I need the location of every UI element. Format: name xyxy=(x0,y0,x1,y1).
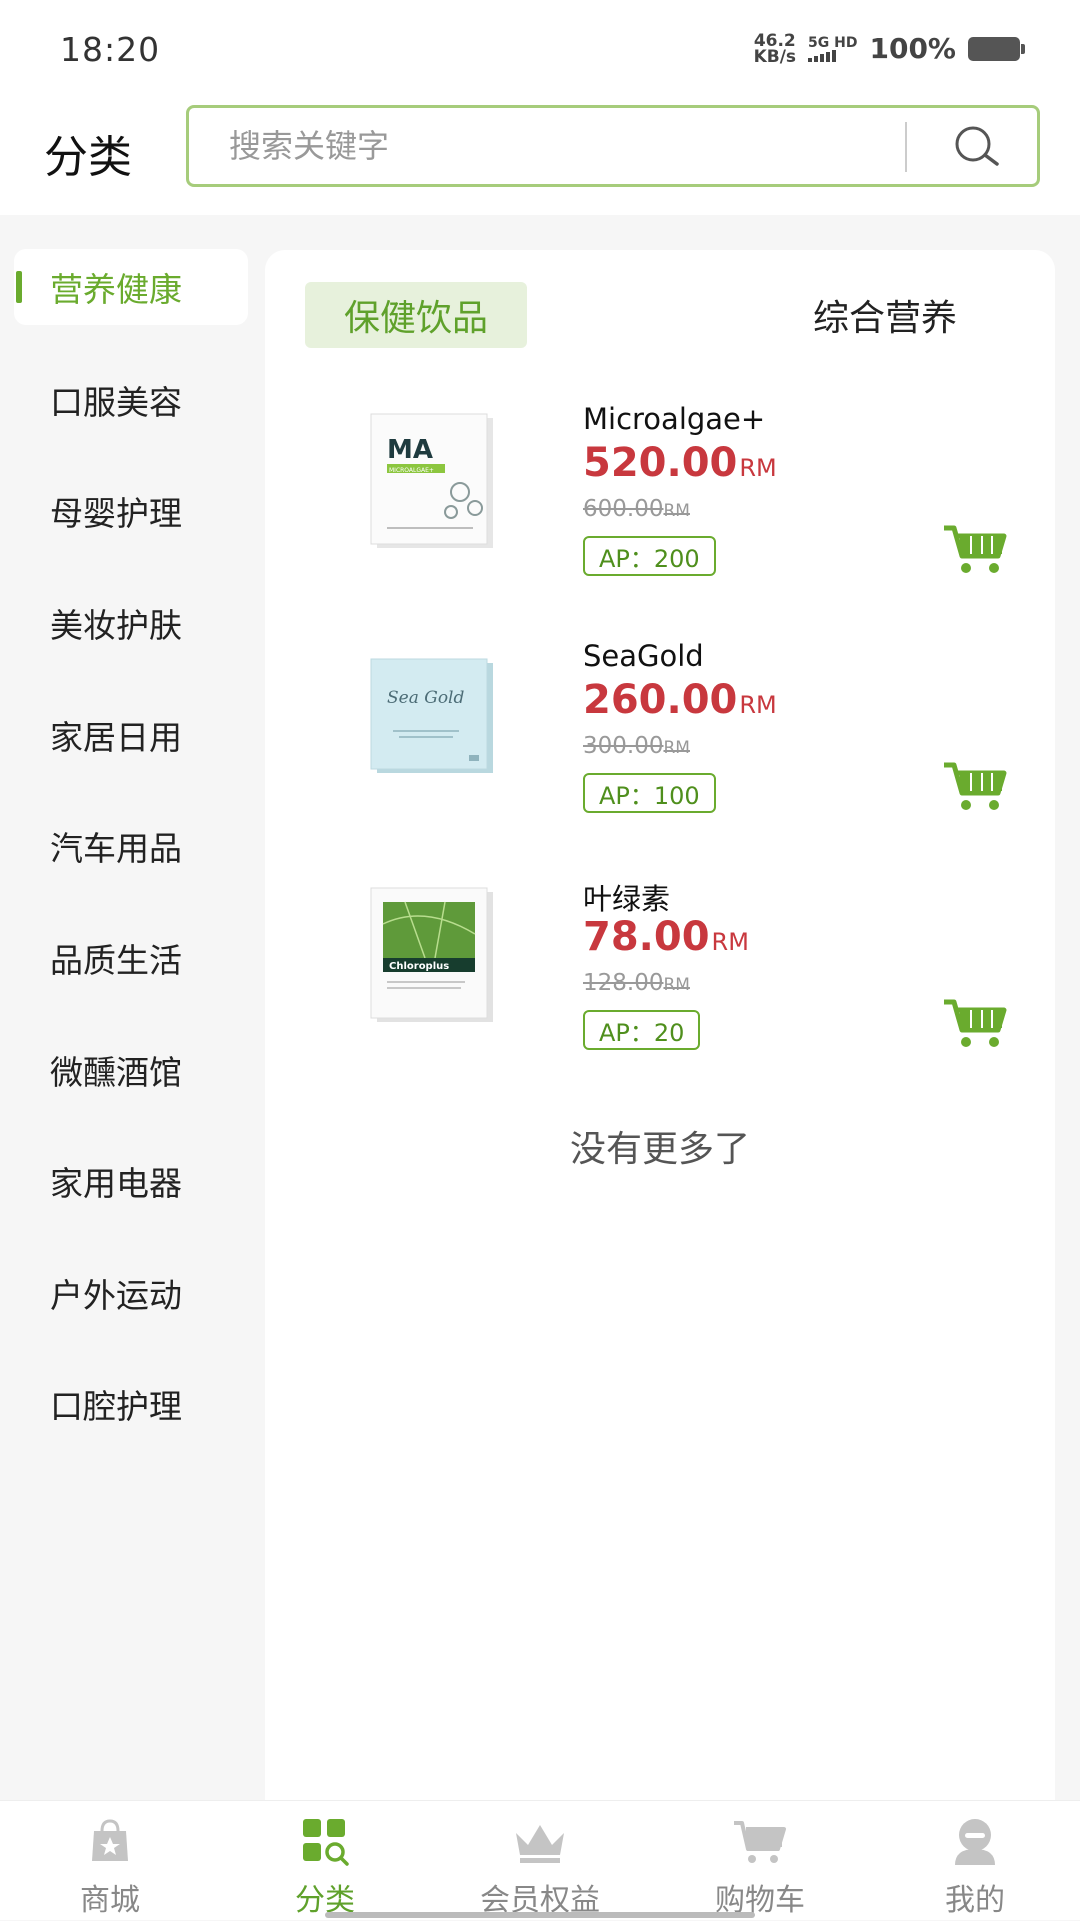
sidebar-item-oral-beauty[interactable]: 口服美容 xyxy=(14,362,248,438)
search-bar[interactable] xyxy=(186,105,1040,187)
product-price: 520.00RM xyxy=(583,440,777,486)
search-icon[interactable] xyxy=(949,122,1005,172)
product-old-price: 300.00RM xyxy=(583,733,690,759)
product-name[interactable]: SeaGold xyxy=(583,639,704,673)
product-old-price: 128.00RM xyxy=(583,970,690,996)
status-time: 18:20 xyxy=(60,30,161,69)
tabbar-item-membership[interactable]: 会员权益 xyxy=(465,1801,615,1921)
product-name[interactable]: 叶绿素 xyxy=(583,876,670,918)
sidebar-item-outdoor[interactable]: 户外运动 xyxy=(14,1255,248,1331)
search-divider xyxy=(905,122,907,172)
tabbar-item-cart[interactable]: 购物车 xyxy=(700,1801,820,1921)
sidebar-item-nutrition-health[interactable]: 营养健康 xyxy=(14,249,248,325)
bottom-tab-bar: 商城 分类 会员权益 购物车 我的 xyxy=(0,1800,1080,1920)
sidebar-item-mother-baby[interactable]: 母婴护理 xyxy=(14,473,248,549)
end-of-list-text: 没有更多了 xyxy=(569,1129,750,1170)
tab-general-nutrition[interactable]: 综合营养 xyxy=(775,282,995,348)
sidebar-item-oral-care[interactable]: 口腔护理 xyxy=(14,1366,248,1442)
page-title: 分类 xyxy=(44,132,132,183)
product-image-chloroplus-box[interactable]: Chloroplus xyxy=(365,884,505,1024)
home-indicator[interactable] xyxy=(325,1912,755,1918)
ap-badge: AP：100 xyxy=(583,773,716,813)
tabbar-item-shop[interactable]: 商城 xyxy=(60,1801,160,1921)
profile-icon xyxy=(955,1819,995,1865)
product-panel: 保健饮品 综合营养 MA MICROALGAE+ Microalgae+ 520… xyxy=(265,250,1055,1800)
sidebar-item-home-daily[interactable]: 家居日用 xyxy=(14,697,248,773)
network-speed: 46.2 KB/s xyxy=(753,30,797,67)
network-type: 5G HD xyxy=(808,36,857,62)
tab-health-drinks[interactable]: 保健饮品 xyxy=(305,282,527,348)
signal-icon xyxy=(808,49,837,62)
category-sidebar: 营养健康 口服美容 母婴护理 美妆护肤 家居日用 汽车用品 品质生活 微醺酒馆 … xyxy=(0,215,262,1800)
search-input[interactable] xyxy=(229,122,869,170)
status-bar: 18:20 46.2 KB/s 5G HD 100% xyxy=(0,0,1080,95)
product-image-seagold-box[interactable]: Sea Gold xyxy=(365,647,505,787)
add-to-cart-icon[interactable] xyxy=(940,759,1010,815)
product-price: 78.00RM xyxy=(583,914,749,960)
product-card[interactable]: Chloroplus 叶绿素 78.00RM 128.00RM AP：20 xyxy=(265,874,1055,1074)
header: 分类 xyxy=(0,95,1080,215)
ap-badge: AP：200 xyxy=(583,536,716,576)
svg-text:MA: MA xyxy=(387,435,433,465)
tabbar-item-category[interactable]: 分类 xyxy=(275,1801,375,1921)
add-to-cart-icon[interactable] xyxy=(940,522,1010,578)
tabbar-item-profile[interactable]: 我的 xyxy=(925,1801,1025,1921)
sidebar-item-wine[interactable]: 微醺酒馆 xyxy=(14,1032,248,1108)
product-image-ma-box[interactable]: MA MICROALGAE+ xyxy=(365,410,505,550)
cart-icon xyxy=(734,1821,786,1863)
ap-badge: AP：20 xyxy=(583,1010,701,1050)
sidebar-item-appliances[interactable]: 家用电器 xyxy=(14,1143,248,1219)
product-card[interactable]: MA MICROALGAE+ Microalgae+ 520.00RM 600.… xyxy=(265,400,1055,600)
sidebar-item-auto[interactable]: 汽车用品 xyxy=(14,808,248,884)
battery-percent: 100% xyxy=(869,32,956,65)
add-to-cart-icon[interactable] xyxy=(940,996,1010,1052)
product-card[interactable]: Sea Gold SeaGold 260.00RM 300.00RM AP：10… xyxy=(265,637,1055,837)
sidebar-item-makeup-skincare[interactable]: 美妆护肤 xyxy=(14,585,248,661)
shop-bag-icon xyxy=(92,1819,128,1861)
product-price: 260.00RM xyxy=(583,677,777,723)
battery-icon xyxy=(968,36,1025,61)
svg-text:Sea Gold: Sea Gold xyxy=(387,688,464,708)
svg-text:Chloroplus: Chloroplus xyxy=(389,961,449,972)
sidebar-item-quality-life[interactable]: 品质生活 xyxy=(14,920,248,996)
product-old-price: 600.00RM xyxy=(583,496,690,522)
svg-text:MICROALGAE+: MICROALGAE+ xyxy=(389,467,434,474)
status-indicators: 46.2 KB/s 5G HD 100% xyxy=(753,30,1025,67)
crown-icon xyxy=(516,1825,564,1863)
product-name[interactable]: Microalgae+ xyxy=(583,402,765,436)
category-search-icon xyxy=(303,1819,349,1866)
